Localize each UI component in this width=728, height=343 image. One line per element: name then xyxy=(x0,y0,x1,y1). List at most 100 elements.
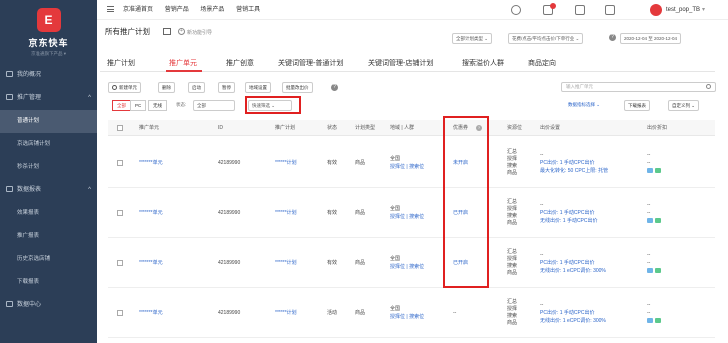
bid-mobile[interactable]: 无线出价: 1 eCPC调价: 300% xyxy=(540,268,606,275)
sidebar-nav: 我的概况 推广管理 ^ 普通计划 京选店铺计划 秒杀计划 数据报表 ^ 效果报表 推广报表 历史京选… xyxy=(0,64,97,317)
sidebar-item-4[interactable]: 秒杀计划 xyxy=(0,156,97,179)
top-nav-marketing-tools[interactable]: 营销工具 xyxy=(236,7,260,13)
select-all-checkbox[interactable] xyxy=(117,125,123,131)
sidebar-item-6[interactable]: 效果报表 xyxy=(0,202,97,225)
unit-name-link[interactable]: *******单元 xyxy=(139,160,163,167)
bid-mobile[interactable]: 最大化转化: 50 CPC上限: 托管 xyxy=(540,168,608,175)
row-checkbox[interactable] xyxy=(117,160,123,166)
date-range-picker[interactable]: 2020-12-04 至 2020-12-04 xyxy=(620,33,682,44)
download-report-button[interactable]: 下载报表 xyxy=(624,100,650,111)
sidebar-item-9[interactable]: 下载报表 xyxy=(0,271,97,294)
row-checkbox[interactable] xyxy=(117,260,123,266)
tab-product-targeting[interactable]: 商品定向 xyxy=(528,58,556,68)
bid-pc[interactable]: PC出价: 1 手动CPC出价 xyxy=(540,310,594,317)
top-nav-home[interactable]: 京准通首页 xyxy=(123,7,153,13)
chart-toggle-icon[interactable] xyxy=(163,28,171,35)
discount-placeholder: -- xyxy=(647,160,651,166)
filter-all[interactable]: 全部 xyxy=(112,100,131,111)
sidebar-item-7[interactable]: 推广报表 xyxy=(0,225,97,248)
shield-icon[interactable] xyxy=(511,5,521,15)
tab-creatives[interactable]: 推广创意 xyxy=(226,58,254,68)
audience-link[interactable]: 授择位 | 搜索位 xyxy=(390,164,424,171)
sidebar-logo-area: E 京东快车 京准通旗下产品 ▾ xyxy=(0,0,97,64)
sidebar-item-2[interactable]: 普通计划 xyxy=(0,110,97,133)
chip-blue-icon[interactable] xyxy=(647,268,653,274)
chip-green-icon[interactable] xyxy=(655,318,661,324)
chip-blue-icon[interactable] xyxy=(647,318,653,324)
bid-mobile[interactable]: 无线出价: 1 eCPC调价: 300% xyxy=(540,318,606,325)
tab-campaigns[interactable]: 推广计划 xyxy=(107,58,135,68)
filter-pc[interactable]: PC xyxy=(130,100,147,111)
chip-blue-icon[interactable] xyxy=(647,168,653,174)
plan-name-link[interactable]: ******计划 xyxy=(275,160,297,167)
row-checkbox[interactable] xyxy=(117,310,123,316)
metric-select-link[interactable]: 数据指标选择 ⌄ xyxy=(568,102,600,108)
tab-keywords-shop[interactable]: 关键词管理-店铺计划 xyxy=(368,58,433,68)
settings-icon[interactable] xyxy=(605,5,615,15)
chevron-up-icon[interactable]: ^ xyxy=(88,87,91,110)
bid-placeholder: -- xyxy=(540,252,544,258)
delete-button[interactable]: 删除 xyxy=(158,82,175,93)
top-nav-marketing-products[interactable]: 营销产品 xyxy=(165,7,189,13)
coupon-status[interactable]: -- xyxy=(453,310,456,317)
plan-name-link[interactable]: ******计划 xyxy=(275,260,297,267)
unit-name-link[interactable]: *******单元 xyxy=(139,210,163,217)
tab-keywords-regular[interactable]: 关键词管理-普通计划 xyxy=(278,58,343,68)
avatar[interactable] xyxy=(650,4,662,16)
plan-name-link[interactable]: ******计划 xyxy=(275,310,297,317)
new-feature-icon[interactable]: + xyxy=(178,28,185,35)
username[interactable]: test_pop_TB xyxy=(666,0,700,20)
sidebar-item-5[interactable]: 数据报表 ^ xyxy=(0,179,97,202)
batch-bid-button[interactable]: 批量改出价 xyxy=(282,82,313,93)
sidebar-item-3[interactable]: 京选店铺计划 xyxy=(0,133,97,156)
new-unit-button[interactable]: 新建单元 xyxy=(108,82,141,93)
filter-mobile[interactable]: 无线 xyxy=(148,100,167,111)
plan-name-link[interactable]: ******计划 xyxy=(275,210,297,217)
row-checkbox[interactable] xyxy=(117,210,123,216)
help-icon[interactable]: ? xyxy=(609,34,616,41)
document-icon[interactable] xyxy=(575,5,585,15)
audience-link[interactable]: 授择位 | 搜索位 xyxy=(390,314,424,321)
top-nav-scene-products[interactable]: 场景产品 xyxy=(200,7,224,13)
toolbar-help-icon[interactable]: ? xyxy=(331,84,338,91)
search-icon[interactable] xyxy=(706,84,711,89)
chip-green-icon[interactable] xyxy=(655,168,661,174)
col-unit[interactable]: 推广单元 xyxy=(139,120,159,136)
unit-search-input[interactable]: 输入推广单元 xyxy=(561,82,716,92)
bid-pc[interactable]: PC出价: 1 手动CPC出价 xyxy=(540,210,594,217)
tab-ad-units[interactable]: 推广单元 xyxy=(169,58,197,68)
chip-blue-icon[interactable] xyxy=(647,218,653,224)
region-settings-button[interactable]: 地域设置 xyxy=(245,82,271,93)
chip-green-icon[interactable] xyxy=(655,268,661,274)
metric-combo-select[interactable]: 花费/点击/平均点击价/下单行业 ⌄ xyxy=(508,33,584,44)
audience-link[interactable]: 授择位 | 搜索位 xyxy=(390,264,424,271)
unit-status: 有效 xyxy=(327,260,338,266)
new-feature-guide-link[interactable]: 新功能引导 xyxy=(187,29,212,36)
audience-link[interactable]: 授择位 | 搜索位 xyxy=(390,214,424,221)
status-select[interactable]: 全部 xyxy=(193,100,235,111)
start-button[interactable]: 启动 xyxy=(188,82,205,93)
jd-express-logo-icon[interactable]: E xyxy=(36,8,61,32)
chip-green-icon[interactable] xyxy=(655,218,661,224)
custom-columns-button[interactable]: 自定义列 ⌄ xyxy=(668,100,700,111)
pause-button[interactable]: 暂停 xyxy=(218,82,235,93)
chevron-up-icon[interactable]: ^ xyxy=(88,179,91,202)
user-menu-chevron-icon[interactable]: ▾ xyxy=(702,0,705,20)
bid-pc[interactable]: PC出价: 1 手动CPC出价 xyxy=(540,160,594,167)
bid-pc[interactable]: PC出价: 1 手动CPC出价 xyxy=(540,260,594,267)
sidebar-item-8[interactable]: 历史京选店铺 xyxy=(0,248,97,271)
sidebar-item-1[interactable]: 推广管理 ^ xyxy=(0,87,97,110)
sidebar-item-10[interactable]: 数据中心 xyxy=(0,294,97,317)
promo-icon xyxy=(6,94,13,101)
brand-switcher[interactable]: 京准通旗下产品 ▾ xyxy=(0,51,97,57)
unit-name-link[interactable]: *******单元 xyxy=(139,260,163,267)
bid-mobile[interactable]: 无线出价: 1 手动CPC出价 xyxy=(540,218,598,225)
unit-name-link[interactable]: *******单元 xyxy=(139,310,163,317)
hamburger-menu-icon[interactable] xyxy=(107,6,114,12)
resource-slot-item: 商品 xyxy=(507,170,518,176)
sidebar-item-0[interactable]: 我的概况 xyxy=(0,64,97,87)
col-region-audience: 地域 | 人群 xyxy=(390,125,415,131)
discount-placeholder: -- xyxy=(647,260,651,266)
plan-type-select[interactable]: 全部计划类型 ⌄ xyxy=(452,33,493,44)
tab-search-premium-audience[interactable]: 搜索溢价人群 xyxy=(462,58,504,68)
